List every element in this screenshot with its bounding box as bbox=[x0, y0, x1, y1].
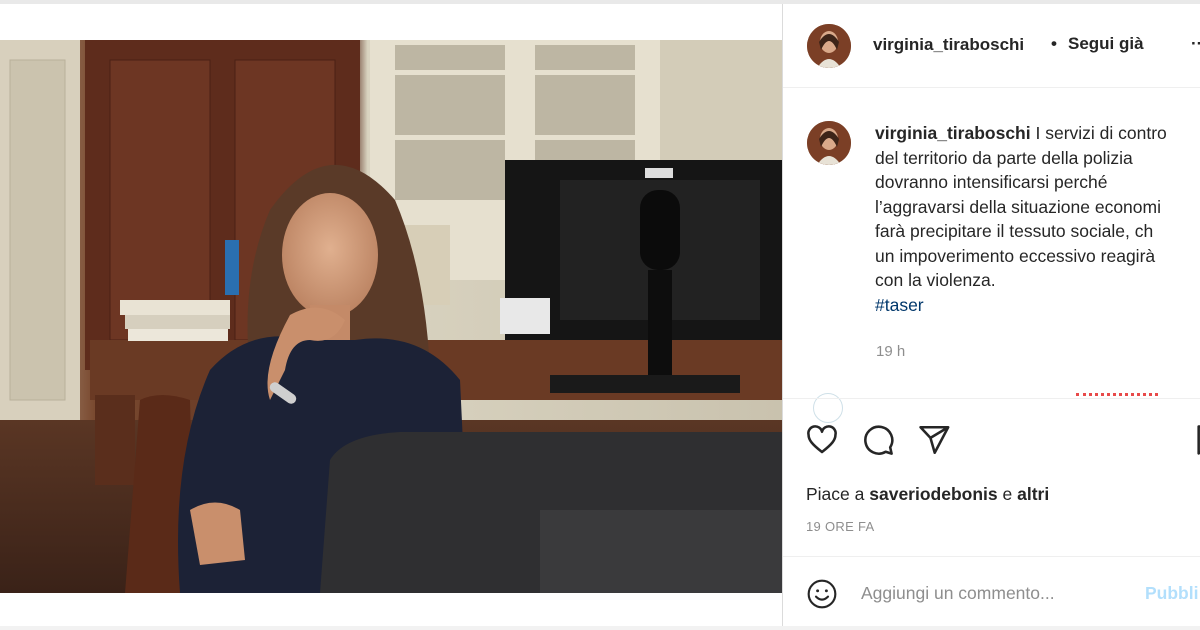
likes-prefix: Piace a bbox=[806, 484, 865, 504]
more-horizontal-icon[interactable]: ··· bbox=[1191, 34, 1200, 54]
comment-bar: Pubbli bbox=[783, 556, 1200, 626]
office-scene-illustration bbox=[0, 40, 782, 593]
avatar-image bbox=[807, 121, 851, 165]
caption-line: I servizi di contro bbox=[1035, 123, 1167, 143]
likes-summary: Piace a saveriodebonis e altri bbox=[806, 484, 1049, 505]
caption-line: farà precipitare il tessuto sociale, ch bbox=[875, 221, 1154, 241]
caption-line: con la violenza. bbox=[875, 270, 996, 290]
author-avatar[interactable] bbox=[807, 24, 851, 68]
separator-dot: • bbox=[1051, 34, 1057, 53]
caption-line: un impoverimento eccessivo reagirà bbox=[875, 245, 1156, 266]
post-actions: Piace a saveriodebonis e altri 19 ORE FA bbox=[783, 398, 1200, 556]
caption-section: virginia_tiraboschi I servizi di contro … bbox=[783, 88, 1200, 423]
post-caption: virginia_tiraboschi I servizi di contro … bbox=[875, 121, 1200, 317]
paper-plane-icon[interactable] bbox=[917, 423, 951, 457]
caption-timestamp[interactable]: 19 h bbox=[876, 343, 905, 360]
post-date[interactable]: 19 ORE FA bbox=[806, 519, 874, 534]
avatar-image bbox=[807, 24, 851, 68]
liked-by-user[interactable]: saveriodebonis bbox=[869, 484, 997, 504]
window-bottom-edge bbox=[0, 626, 1200, 630]
post-photo[interactable] bbox=[0, 40, 782, 593]
caption-line: del territorio da parte della polizia bbox=[875, 147, 1133, 168]
following-button[interactable]: Segui già bbox=[1068, 34, 1144, 54]
likes-conjunction: e bbox=[1002, 484, 1013, 504]
author-username[interactable]: virginia_tiraboschi bbox=[873, 35, 1024, 55]
likes-others-link[interactable]: altri bbox=[1017, 484, 1049, 504]
post-side-panel: virginia_tiraboschi • Segui già ··· virg… bbox=[782, 4, 1200, 626]
comment-icon[interactable] bbox=[861, 423, 895, 457]
caption-line: dovranno intensificarsi perché bbox=[875, 172, 1108, 192]
hashtag-link[interactable]: #taser bbox=[875, 293, 924, 318]
heart-icon[interactable] bbox=[805, 423, 839, 457]
caption-author-avatar[interactable] bbox=[807, 121, 851, 165]
emoji-icon[interactable] bbox=[806, 578, 838, 610]
bookmark-icon[interactable] bbox=[1193, 423, 1200, 457]
post-header: virginia_tiraboschi • Segui già ··· bbox=[783, 4, 1200, 88]
publish-button[interactable]: Pubbli bbox=[1145, 583, 1198, 604]
caption-line: l’aggravarsi della situazione economi bbox=[875, 196, 1161, 217]
comment-input[interactable] bbox=[861, 579, 1131, 607]
caption-username[interactable]: virginia_tiraboschi bbox=[875, 123, 1031, 143]
